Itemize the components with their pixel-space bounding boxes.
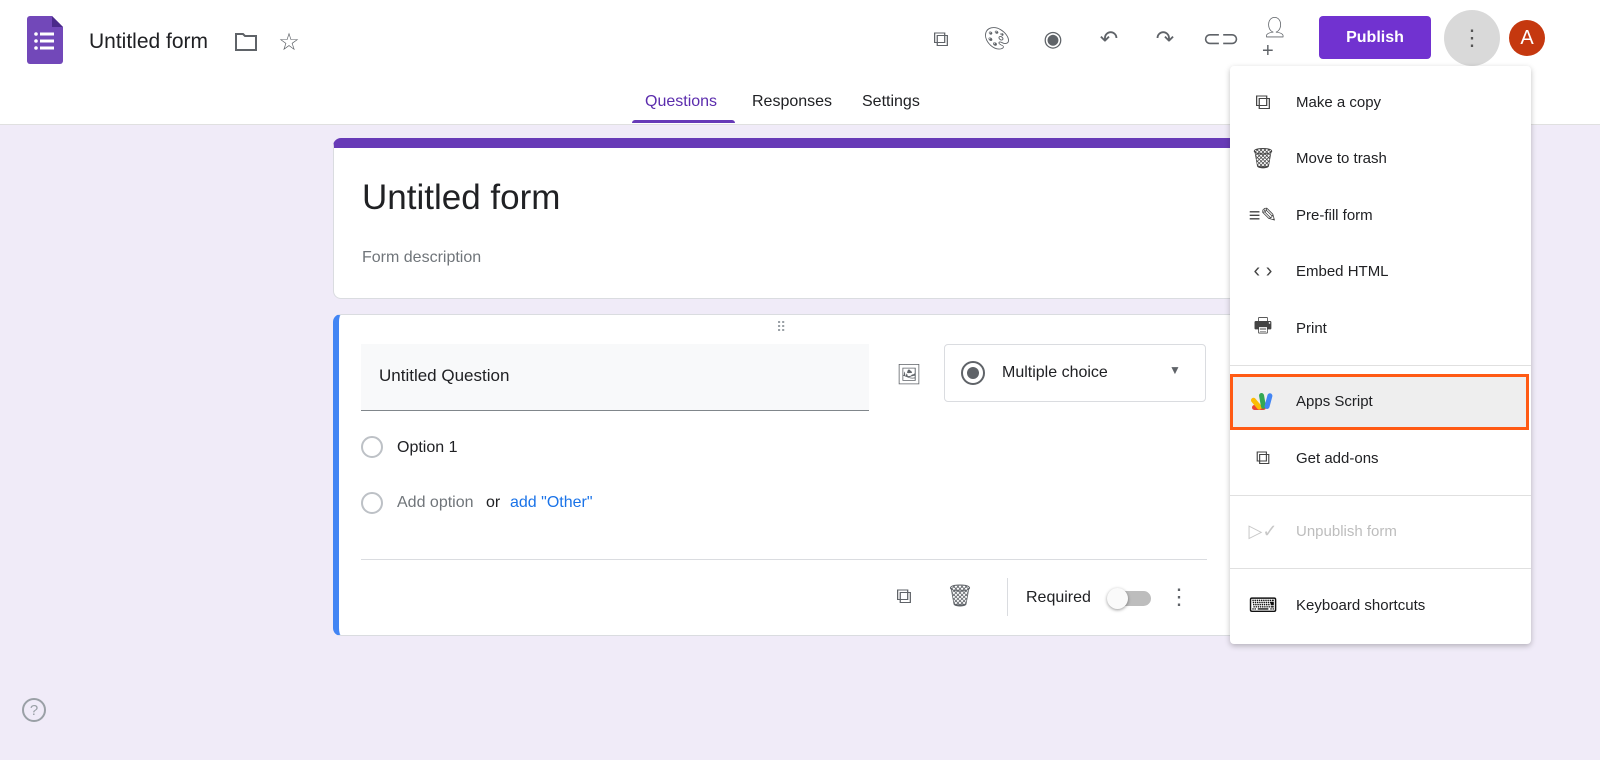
addon-icon[interactable]: ⧉ [926, 24, 956, 54]
add-collaborator-icon[interactable]: 👤︎+ [1262, 17, 1292, 62]
add-other-link[interactable]: add "Other" [510, 494, 593, 512]
menu-item-prefill[interactable]: ≡✎ Pre-fill form [1230, 187, 1531, 244]
add-option[interactable]: Add option [397, 494, 474, 512]
menu-item-move-to-trash[interactable]: 🗑︎ Move to trash [1230, 131, 1531, 188]
or-text: or [486, 494, 501, 511]
publish-button[interactable]: Publish [1319, 16, 1431, 59]
active-tab-indicator [632, 120, 735, 123]
menu-item-label: Unpublish form [1296, 523, 1397, 541]
menu-divider [1230, 494, 1531, 496]
menu-item-unpublish: ▷✓ Unpublish form [1230, 504, 1531, 561]
divider [361, 559, 1207, 560]
link-icon[interactable]: ⊂⊃ [1203, 24, 1240, 54]
question-type-label: Multiple choice [1002, 364, 1108, 381]
folder-icon[interactable] [232, 28, 260, 56]
menu-item-label: Move to trash [1296, 150, 1387, 168]
menu-divider [1230, 568, 1531, 569]
undo-icon[interactable]: ↶ [1094, 24, 1124, 54]
duplicate-icon[interactable]: ⧉ [889, 581, 919, 611]
radio-icon [961, 361, 985, 385]
form-description[interactable]: Form description [362, 249, 481, 267]
tab-settings[interactable]: Settings [862, 93, 920, 111]
required-toggle[interactable] [1107, 588, 1151, 609]
more-options-icon[interactable]: ⋮ [1444, 10, 1500, 66]
more-options-menu: ⧉ Make a copy 🗑︎ Move to trash ≡✎ Pre-fill … [1230, 66, 1531, 644]
redo-icon[interactable]: ↷ [1150, 24, 1180, 54]
menu-item-label: Make a copy [1296, 93, 1382, 111]
add-option-radio [361, 492, 383, 514]
help-icon[interactable]: ? [22, 698, 46, 722]
preview-eye-icon[interactable]: ◉ [1038, 24, 1068, 54]
apps-script-icon [1230, 391, 1296, 413]
star-icon[interactable]: ☆ [275, 28, 303, 56]
copy-icon: ⧉ [1255, 89, 1271, 115]
trash-icon[interactable]: 🗑︎ [945, 581, 975, 611]
avatar[interactable]: A [1509, 20, 1545, 56]
menu-item-label: Keyboard shortcuts [1296, 596, 1426, 614]
menu-item-embed-html[interactable]: ‹ › Embed HTML [1230, 244, 1531, 301]
palette-icon[interactable]: 🎨︎ [982, 24, 1012, 54]
form-title[interactable]: Untitled form [362, 178, 560, 218]
option-1[interactable]: Option 1 [397, 439, 457, 457]
forms-logo-icon[interactable] [27, 16, 63, 64]
form-header-card: Untitled form Form description [333, 138, 1243, 299]
print-icon: 🖶 [1253, 315, 1273, 338]
form-name[interactable]: Untitled form [89, 30, 208, 54]
question-type-dropdown[interactable]: Multiple choice ▼ [944, 344, 1206, 402]
menu-item-label: Print [1296, 319, 1327, 337]
menu-item-label: Apps Script [1296, 393, 1373, 411]
menu-item-make-copy[interactable]: ⧉ Make a copy [1230, 74, 1531, 131]
drag-handle-icon[interactable]: ⠿ [776, 319, 787, 336]
question-title-input[interactable]: Untitled Question [361, 344, 869, 411]
menu-item-label: Embed HTML [1296, 263, 1389, 281]
menu-item-get-addons[interactable]: ⧉ Get add-ons [1230, 430, 1531, 487]
tab-questions[interactable]: Questions [645, 93, 717, 111]
option-radio [361, 436, 383, 458]
divider [1007, 578, 1008, 616]
code-icon: ‹ › [1253, 260, 1273, 283]
menu-item-label: Get add-ons [1296, 449, 1379, 467]
tab-responses[interactable]: Responses [752, 93, 832, 111]
prefill-icon: ≡✎ [1248, 204, 1278, 227]
menu-divider [1230, 364, 1531, 366]
menu-item-print[interactable]: 🖶 Print [1230, 300, 1531, 357]
menu-item-keyboard-shortcuts[interactable]: ⌨ Keyboard shortcuts [1230, 577, 1531, 634]
question-more-icon[interactable]: ⋮ [1168, 583, 1190, 611]
question-card[interactable]: ⠿ Untitled Question 🖼︎ Multiple choice ▼… [333, 314, 1243, 636]
required-label: Required [1026, 589, 1091, 606]
addon-icon: ⧉ [1255, 446, 1271, 469]
menu-item-label: Pre-fill form [1296, 206, 1373, 224]
keyboard-icon: ⌨ [1248, 594, 1278, 617]
unpublish-icon: ▷✓ [1248, 521, 1278, 542]
chevron-down-icon: ▼ [1169, 363, 1181, 377]
image-icon[interactable]: 🖼︎ [894, 359, 924, 389]
trash-icon: 🗑︎ [1250, 148, 1276, 171]
menu-item-apps-script[interactable]: Apps Script [1230, 373, 1529, 430]
